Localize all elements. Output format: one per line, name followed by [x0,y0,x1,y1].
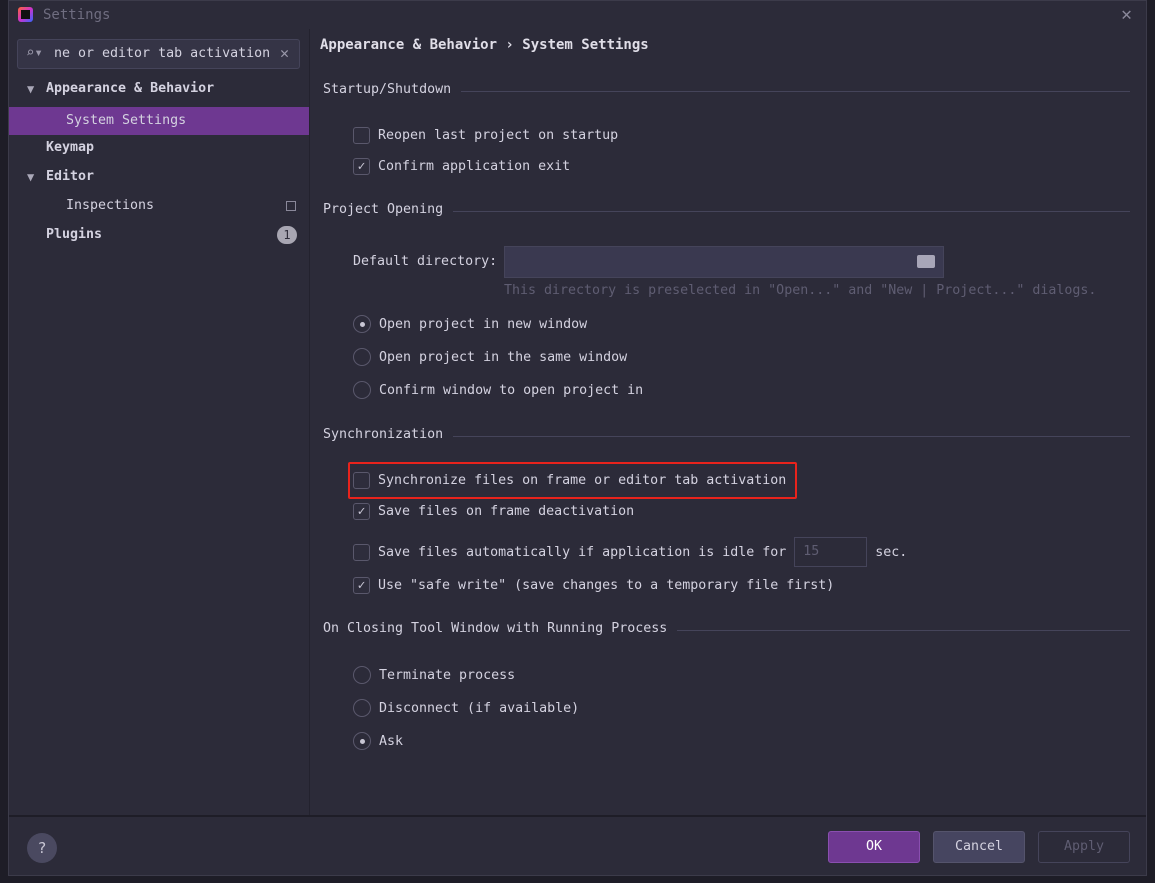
idle-seconds-input[interactable]: 15 [794,537,868,567]
radio-label: Confirm window to open project in [379,383,644,398]
radio-selected-icon[interactable] [353,732,371,750]
window-title: Settings [43,7,111,23]
default-directory-input[interactable] [504,246,944,278]
idle-unit-label: sec. [875,545,908,560]
sidebar-item-inspections[interactable]: Inspections [9,192,309,220]
plugins-update-badge: 1 [277,226,297,244]
project-scope-icon [286,201,296,211]
expand-triangle-icon[interactable]: ▼ [27,75,34,103]
sidebar-item-plugins[interactable]: Plugins 1 [9,221,309,249]
checkbox-icon[interactable] [353,471,370,489]
section-title: Project Opening [323,202,454,217]
checkbox-icon[interactable] [353,126,370,144]
help-button[interactable]: ? [27,833,57,863]
ok-button[interactable]: OK [828,831,920,863]
radio-ask[interactable]: Ask [353,731,403,753]
sidebar-item-keymap[interactable]: Keymap [9,134,309,162]
section-project-opening: Project Opening [323,202,1130,222]
section-synchronization: Synchronization [323,427,1130,447]
sidebar-item-label: Appearance & Behavior [46,81,215,96]
radio-open-new-window[interactable]: Open project in new window [353,314,587,336]
radio-icon[interactable] [353,381,371,399]
confirm-exit-checkbox[interactable]: ✓ Confirm application exit [353,156,570,178]
checkbox-label: Save files on frame deactivation [378,504,635,519]
reopen-last-project-checkbox[interactable]: Reopen last project on startup [353,125,618,147]
settings-panel: Appearance & Behavior › System Settings … [310,29,1146,816]
search-input[interactable]: ⌕▾ ne or editor tab activation ✕ [17,39,300,69]
section-startup: Startup/Shutdown [323,82,1130,102]
section-closing-tool-window: On Closing Tool Window with Running Proc… [323,621,1130,641]
sidebar-item-label: Inspections [66,198,155,213]
sidebar-item-label: Editor [46,169,95,184]
settings-dialog: Settings ✕ ⌕▾ ne or editor tab activatio… [8,0,1147,876]
checkbox-label: Synchronize files on frame or editor tab… [378,473,787,488]
radio-icon[interactable] [353,699,371,717]
sync-files-checkbox[interactable]: Synchronize files on frame or editor tab… [353,470,786,492]
radio-terminate-process[interactable]: Terminate process [353,665,515,687]
radio-icon[interactable] [353,348,371,366]
app-logo-icon [18,7,33,22]
default-directory-label: Default directory: [353,254,498,269]
clear-search-icon[interactable]: ✕ [280,44,289,62]
title-bar: Settings ✕ [9,1,1146,29]
section-title: Startup/Shutdown [323,82,462,97]
sidebar-item-label: System Settings [66,113,187,128]
checkbox-label: Save files automatically if application … [378,545,787,560]
radio-label: Terminate process [379,668,516,683]
radio-label: Disconnect (if available) [379,701,580,716]
safe-write-checkbox[interactable]: ✓ Use "safe write" (save changes to a tem… [353,575,834,597]
radio-label: Ask [379,734,404,749]
breadcrumb: Appearance & Behavior › System Settings [320,37,649,53]
apply-button[interactable]: Apply [1038,831,1130,863]
checkbox-label: Reopen last project on startup [378,128,619,143]
radio-label: Open project in the same window [379,350,628,365]
sidebar: ⌕▾ ne or editor tab activation ✕ ▼ Appea… [9,29,309,816]
sidebar-item-editor[interactable]: ▼ Editor [9,163,309,191]
section-title: On Closing Tool Window with Running Proc… [323,621,678,636]
checkbox-label: Use "safe write" (save changes to a temp… [378,578,835,593]
expand-triangle-icon[interactable]: ▼ [27,163,34,191]
sidebar-item-appearance-behavior[interactable]: ▼ Appearance & Behavior [9,75,309,103]
radio-open-same-window[interactable]: Open project in the same window [353,347,627,369]
sidebar-item-system-settings[interactable]: System Settings [9,107,309,135]
checkmark-icon[interactable]: ✓ [353,576,370,594]
radio-label: Open project in new window [379,317,588,332]
radio-disconnect[interactable]: Disconnect (if available) [353,698,579,720]
footer-divider [9,815,1146,817]
browse-folder-icon[interactable] [917,255,935,268]
radio-icon[interactable] [353,666,371,684]
cancel-button[interactable]: Cancel [933,831,1025,863]
search-value[interactable]: ne or editor tab activation [54,46,270,61]
checkmark-icon[interactable]: ✓ [353,157,370,175]
checkmark-icon[interactable]: ✓ [353,502,370,520]
sidebar-item-label: Keymap [46,140,95,155]
checkbox-label: Confirm application exit [378,159,571,174]
save-when-idle-checkbox[interactable]: Save files automatically if application … [353,537,908,567]
save-on-deactivation-checkbox[interactable]: ✓ Save files on frame deactivation [353,501,634,523]
radio-confirm-window[interactable]: Confirm window to open project in [353,380,643,402]
radio-selected-icon[interactable] [353,315,371,333]
close-icon[interactable]: ✕ [1121,4,1132,25]
checkbox-icon[interactable] [353,543,370,561]
search-icon: ⌕▾ [26,45,43,61]
default-directory-hint: This directory is preselected in "Open..… [504,283,1097,298]
sidebar-item-label: Plugins [46,227,103,242]
section-title: Synchronization [323,427,454,442]
